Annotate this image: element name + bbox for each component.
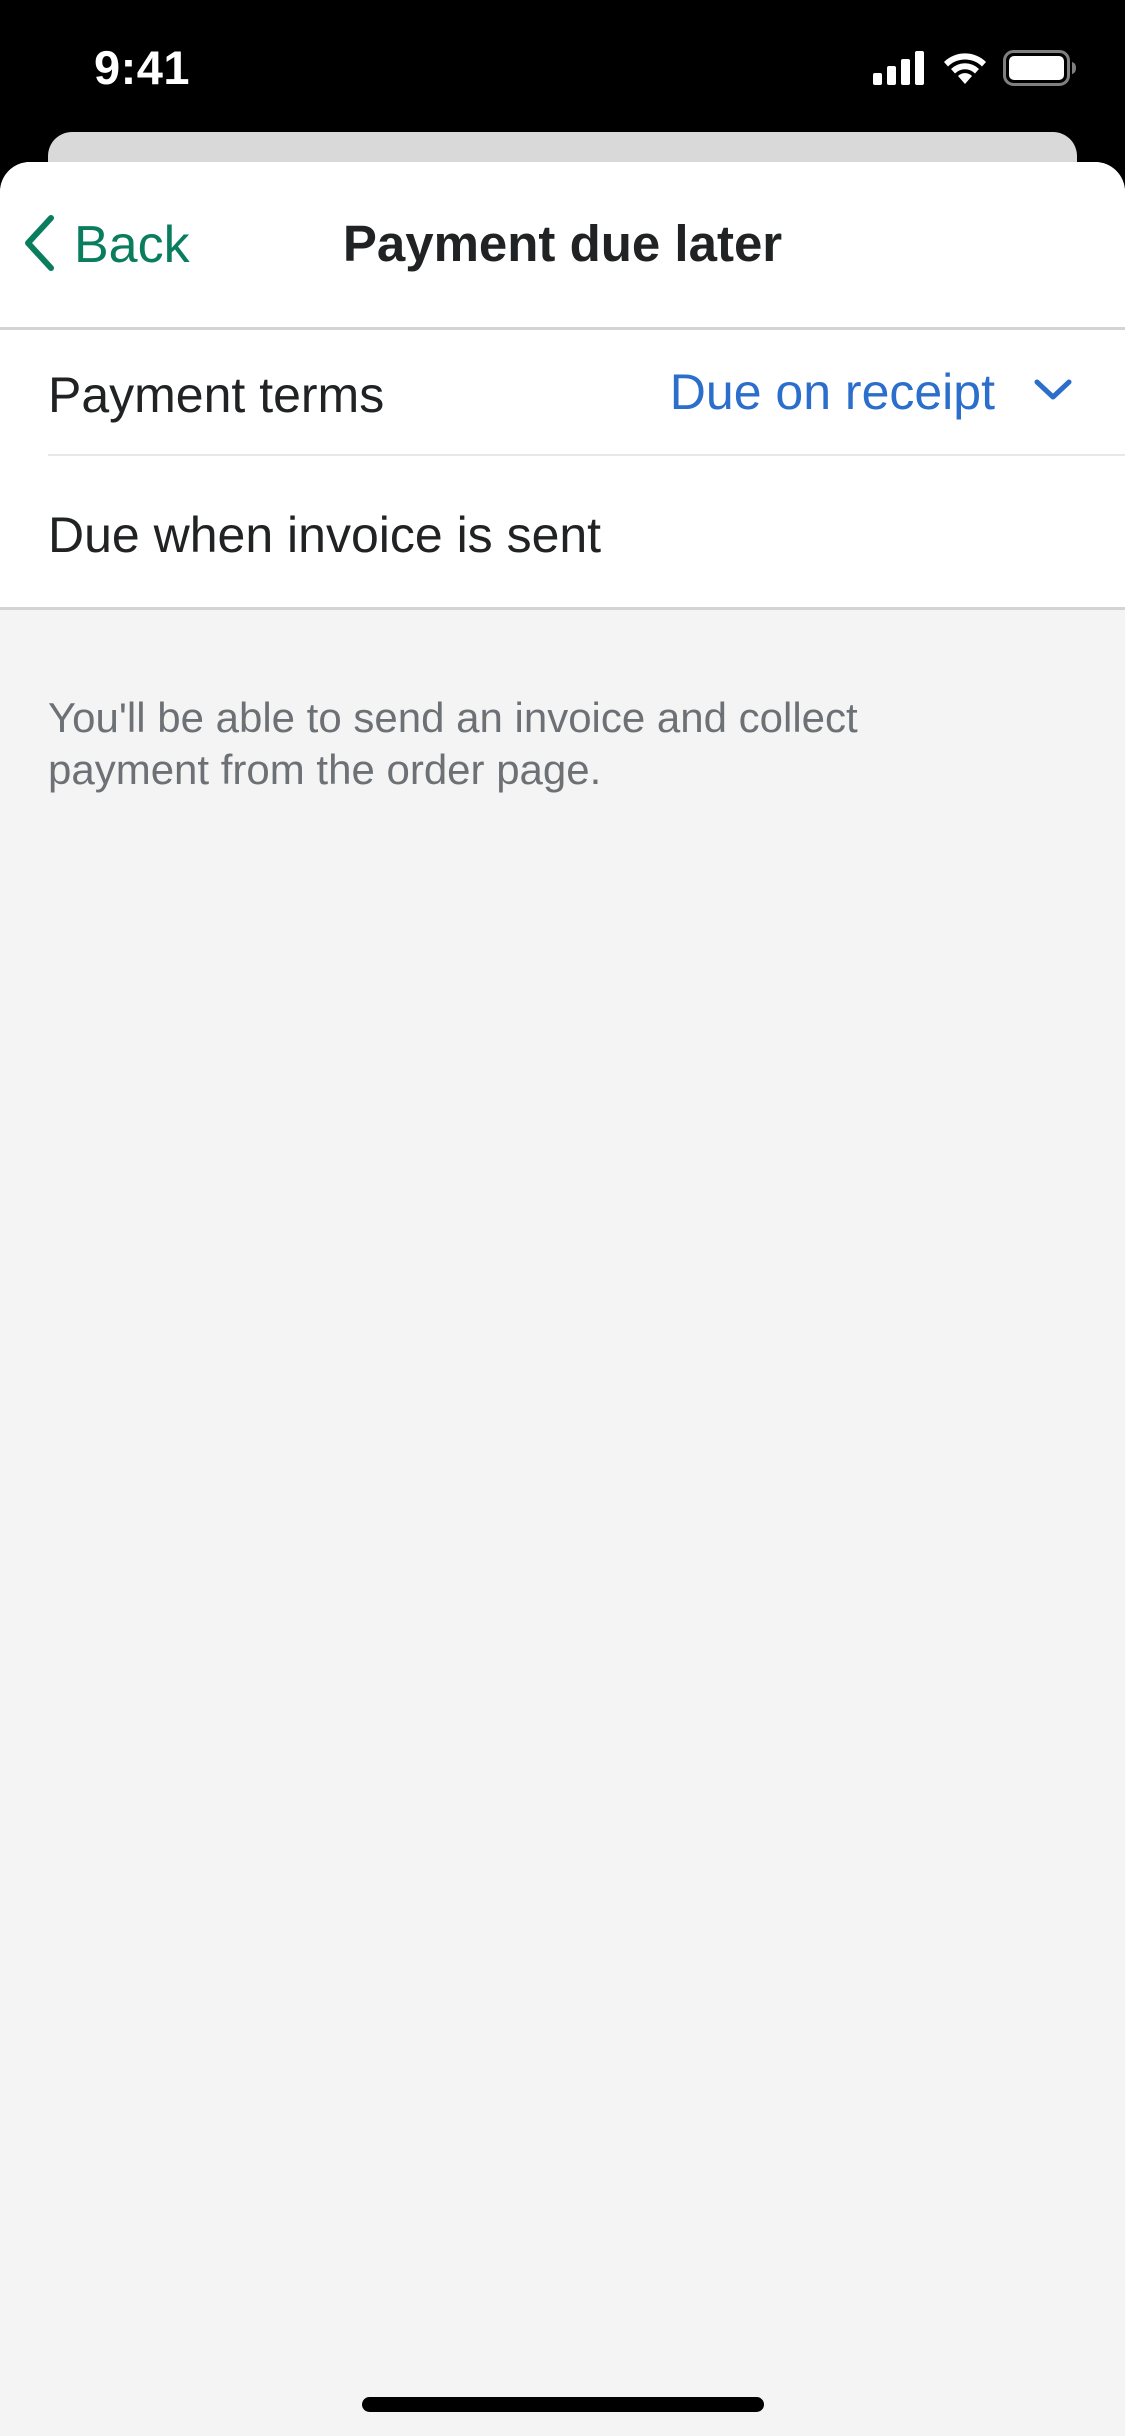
navigation-bar: Back Payment due later xyxy=(0,162,1125,330)
status-bar: 9:41 xyxy=(0,0,1125,132)
page-title: Payment due later xyxy=(342,215,783,272)
signal-icon xyxy=(873,50,927,90)
screen: 9:41 Back Payment due later Payment term… xyxy=(0,0,1125,2436)
status-icons xyxy=(873,49,1077,91)
payment-terms-card: Payment terms Due on receipt Due when in… xyxy=(0,330,1125,610)
payment-terms-label: Payment terms xyxy=(48,367,385,423)
chevron-down-icon xyxy=(1033,378,1073,407)
payment-terms-row: Payment terms Due on receipt xyxy=(48,330,1125,456)
payment-terms-value: Due on receipt xyxy=(669,364,995,420)
wifi-icon xyxy=(941,50,989,91)
battery-icon xyxy=(1003,49,1077,91)
status-time: 9:41 xyxy=(94,41,191,94)
payment-terms-select[interactable]: Due on receipt xyxy=(670,360,1073,424)
payment-terms-description: Due when invoice is sent xyxy=(48,507,602,563)
modal-sheet: Back Payment due later Payment terms Due… xyxy=(0,162,1125,2436)
home-indicator[interactable] xyxy=(362,2397,764,2412)
help-text: You'll be able to send an invoice and co… xyxy=(48,694,858,793)
payment-terms-description-row: Due when invoice is sent xyxy=(48,456,1125,606)
